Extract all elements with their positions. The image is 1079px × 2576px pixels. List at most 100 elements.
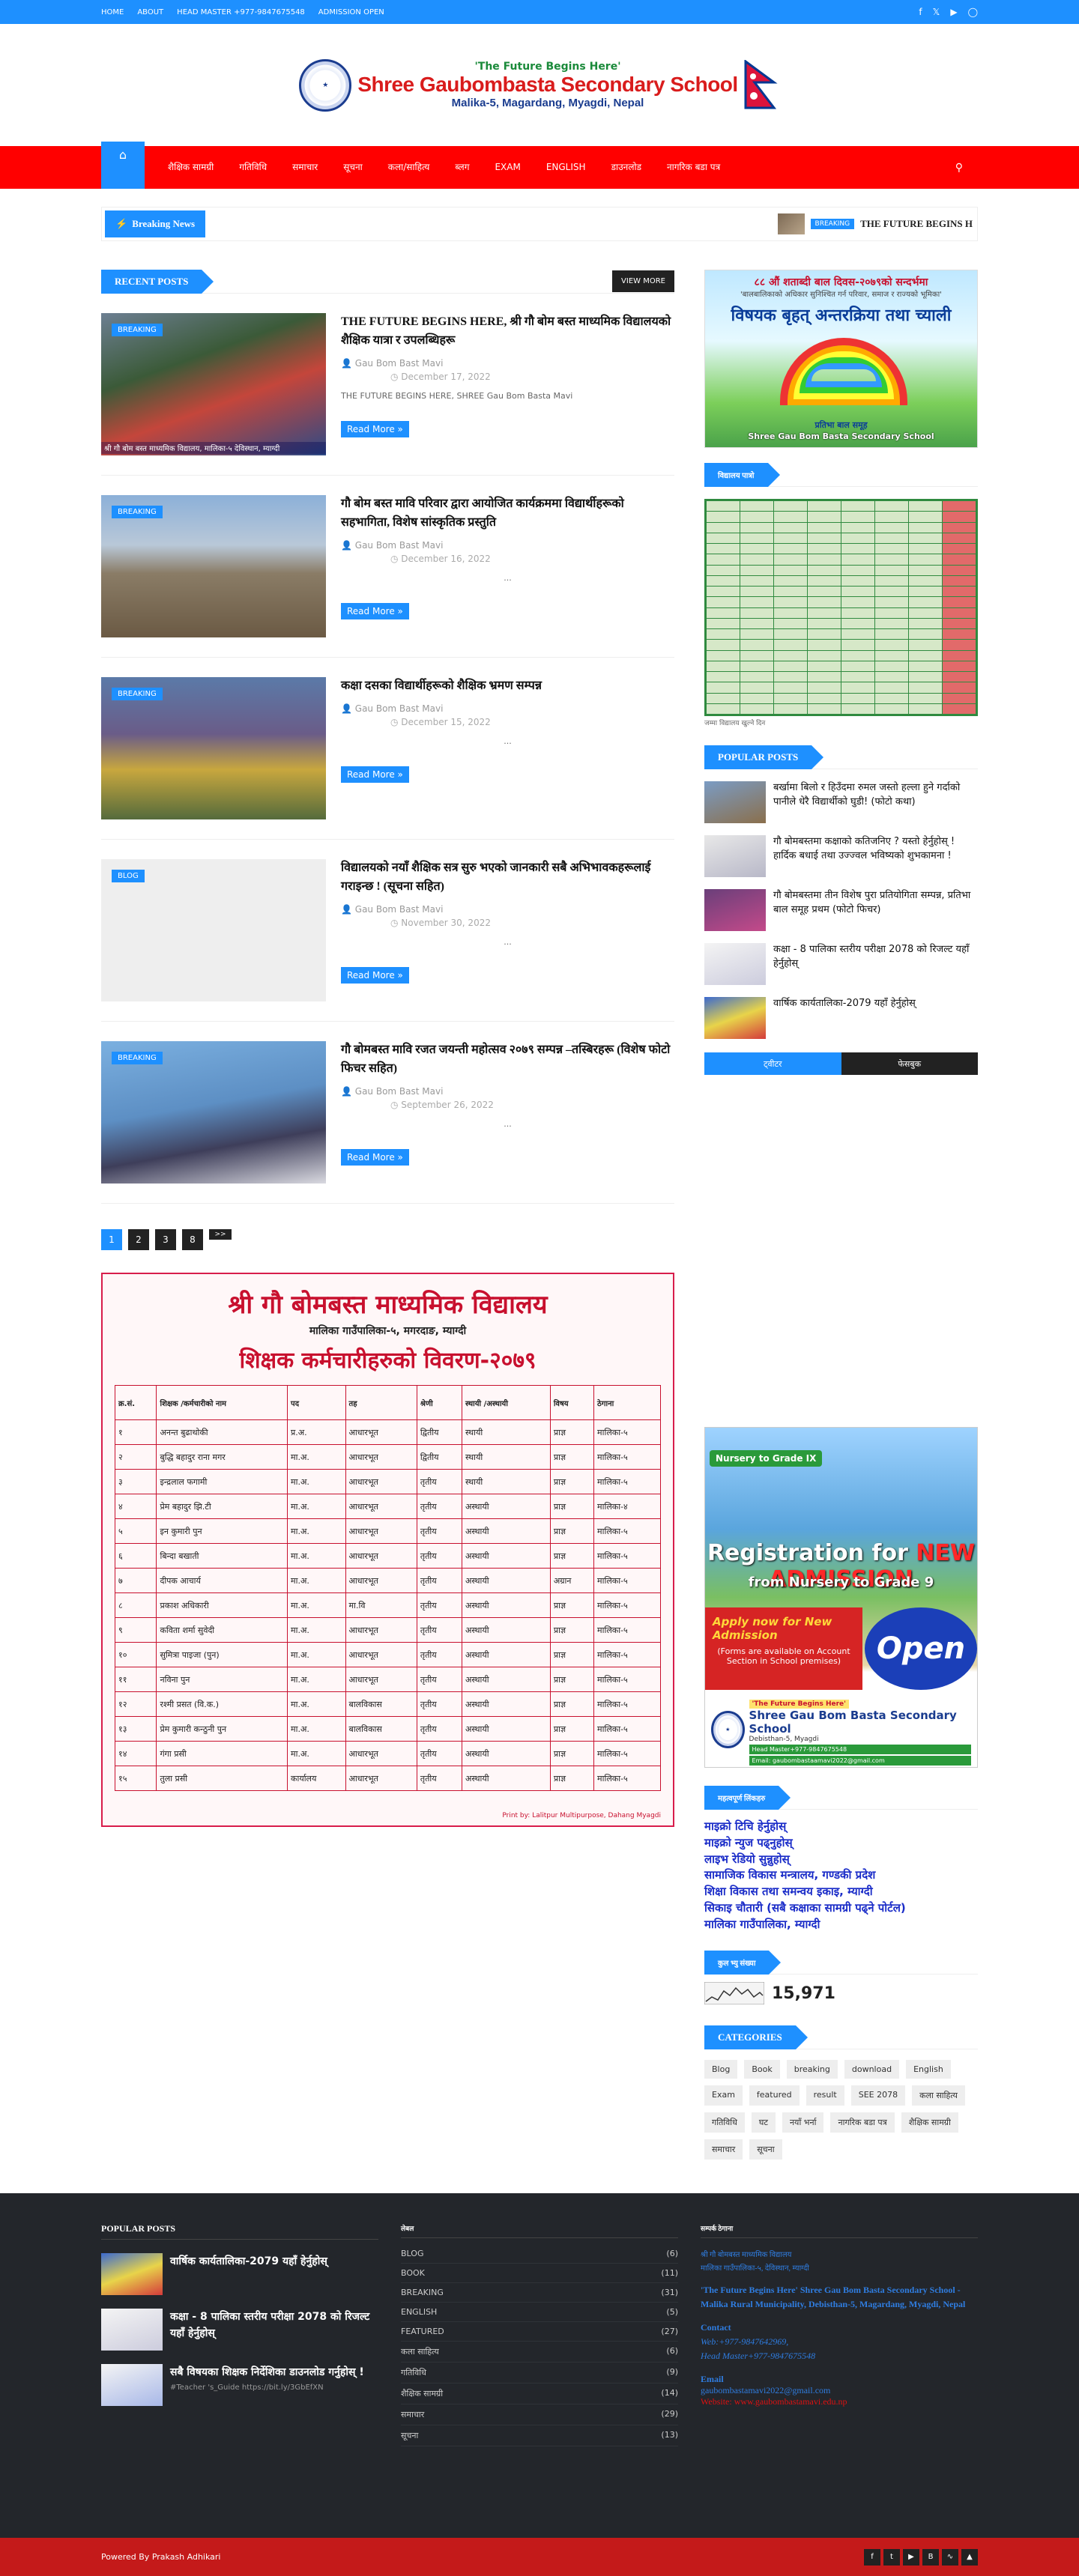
page-8[interactable]: 8 <box>182 1229 203 1250</box>
nav-item-citizen-charter[interactable]: नागरिक बडा पत्र <box>654 146 733 189</box>
nav-item-english[interactable]: ENGLISH <box>534 146 599 189</box>
post-thumbnail[interactable]: BREAKING श्री गौ बोम बस्त माध्यमिक विद्य… <box>101 313 326 455</box>
contact-website[interactable]: Website: www.gaubombastamavi.edu.np <box>701 2396 978 2407</box>
next-page-button[interactable]: >> <box>209 1229 232 1240</box>
footer-label-item[interactable]: ENGLISH (5) <box>401 2303 678 2322</box>
post-badge: BREAKING <box>112 1052 163 1064</box>
up-arrow-icon[interactable]: ▲ <box>961 2548 978 2566</box>
category-tag[interactable]: सूचना <box>749 2139 782 2160</box>
site-logo[interactable]: ★ 'The Future Begins Here' Shree Gaubomb… <box>299 58 779 112</box>
post-title[interactable]: गौ बोम बस्त मावि परिवार द्वारा आयोजित का… <box>341 495 674 533</box>
footer-label-item[interactable]: BLOG (6) <box>401 2244 678 2264</box>
footer-label-item[interactable]: कला साहित्य (6) <box>401 2342 678 2363</box>
post-thumbnail[interactable]: BREAKING <box>101 1041 326 1184</box>
footer-popular-item[interactable]: सबै विषयका शिक्षक निर्देशिका डाउनलोड गर्… <box>101 2364 378 2406</box>
children-day-banner[interactable]: ८८ औं शताब्दी बाल दिवस-२०७९को सन्दर्भमा … <box>704 270 978 448</box>
youtube-icon[interactable]: ▶ <box>950 7 957 17</box>
tab-twitter[interactable]: ट्वीटर <box>704 1052 841 1075</box>
top-link-home[interactable]: HOME <box>101 8 124 16</box>
category-tag[interactable]: Blog <box>704 2060 738 2079</box>
contact-email[interactable]: gaubombastamavi2022@gmail.com <box>701 2385 978 2396</box>
nav-item-notice[interactable]: सूचना <box>330 146 375 189</box>
post-title[interactable]: कक्षा दसका विद्यार्थीहरूको शैक्षिक भ्रमण… <box>341 677 674 696</box>
category-tag[interactable]: कला साहित्य <box>912 2085 965 2106</box>
search-icon[interactable]: ⚲ <box>955 162 978 174</box>
category-tag[interactable]: featured <box>749 2085 800 2106</box>
post-thumbnail[interactable]: BLOG <box>101 859 326 1001</box>
read-more-button[interactable]: Read More » <box>341 602 409 619</box>
category-tag[interactable]: नागरिक बडा पत्र <box>830 2112 895 2133</box>
read-more-button[interactable]: Read More » <box>341 1148 409 1166</box>
post-thumbnail[interactable]: BREAKING <box>101 495 326 637</box>
read-more-button[interactable]: Read More » <box>341 420 409 437</box>
nav-item-art-literature[interactable]: कला/साहित्य <box>375 146 443 189</box>
blogger-icon[interactable]: B <box>922 2548 939 2566</box>
footer-label-item[interactable]: समाचार (29) <box>401 2404 678 2425</box>
post-title[interactable]: गौ बोमबस्त मावि रजत जयन्ती महोत्सव २०७९ … <box>341 1041 674 1079</box>
nav-item-educational-material[interactable]: शैक्षिक सामग्री <box>155 146 226 189</box>
rss-icon[interactable]: ∿ <box>942 2548 958 2566</box>
category-tag[interactable]: result <box>806 2085 844 2106</box>
category-tag[interactable]: घट <box>751 2112 776 2133</box>
link-item[interactable]: सामाजिक विकास मन्त्रालय, गण्डकी प्रदेश <box>704 1867 978 1884</box>
table-cell: प्राज्ञ <box>549 1741 595 1766</box>
admission-banner[interactable]: Nursery to Grade IX Registration for NEW… <box>704 1427 978 1768</box>
twitter-icon[interactable]: t <box>883 2548 900 2566</box>
link-item[interactable]: माइक्रो न्युज पढ्नुहोस् <box>704 1835 978 1852</box>
home-icon[interactable]: ⌂ <box>101 142 145 189</box>
category-tag[interactable]: download <box>844 2060 900 2079</box>
top-link-head-master[interactable]: HEAD MASTER +977-9847675548 <box>177 8 305 16</box>
category-tag[interactable]: Book <box>744 2060 780 2079</box>
nav-item-news[interactable]: समाचार <box>279 146 330 189</box>
post-thumbnail[interactable]: BREAKING <box>101 677 326 819</box>
link-item[interactable]: सिकाइ चौतारी (सबै कक्षाका सामग्री पढ्ने … <box>704 1900 978 1917</box>
twitter-icon[interactable]: 𝕏 <box>933 7 940 17</box>
tab-facebook[interactable]: फेसबुक <box>841 1052 978 1075</box>
read-more-button[interactable]: Read More » <box>341 966 409 984</box>
view-more-button[interactable]: VIEW MORE <box>612 270 674 292</box>
footer-label-item[interactable]: BOOK (11) <box>401 2264 678 2283</box>
top-link-about[interactable]: ABOUT <box>137 8 163 16</box>
footer-popular-item[interactable]: वार्षिक कार्यतालिका-2079 यहाँ हेर्नुहोस् <box>101 2253 378 2295</box>
nav-item-exam[interactable]: EXAM <box>482 146 533 189</box>
popular-post-item[interactable]: गौ बोमबस्तमा कक्षाको कतिजनिए ? यस्तो हेर… <box>704 835 978 877</box>
top-link-admission[interactable]: ADMISSION OPEN <box>318 8 384 16</box>
popular-post-item[interactable]: कक्षा - 8 पालिका स्तरीय परीक्षा 2078 को … <box>704 943 978 985</box>
category-tag[interactable]: English <box>906 2060 951 2079</box>
category-tag[interactable]: गतिविधि <box>704 2112 745 2133</box>
link-item[interactable]: शिक्षा विकास तथा समन्वय इकाइ, म्याग्दी <box>704 1884 978 1900</box>
nav-item-blog[interactable]: ब्लग <box>442 146 482 189</box>
popular-post-item[interactable]: वार्षिक कार्यतालिका-2079 यहाँ हेर्नुहोस् <box>704 997 978 1039</box>
page-1[interactable]: 1 <box>101 1229 122 1250</box>
category-tag[interactable]: Exam <box>704 2085 743 2106</box>
nav-item-activities[interactable]: गतिविधि <box>226 146 279 189</box>
footer-label-item[interactable]: FEATURED (27) <box>401 2322 678 2342</box>
link-item[interactable]: मालिका गाउँपालिका, म्याग्दी <box>704 1917 978 1933</box>
page-2[interactable]: 2 <box>128 1229 149 1250</box>
nav-item-download[interactable]: डाउनलोड <box>599 146 654 189</box>
post-title[interactable]: विद्यालयको नयाँ शैक्षिक सत्र सुरु भएको ज… <box>341 859 674 897</box>
category-tag[interactable]: समाचार <box>704 2139 743 2160</box>
ticker-item[interactable]: BREAKING THE FUTURE BEGINS H <box>777 213 973 234</box>
footer-popular-item[interactable]: कक्षा - 8 पालिका स्तरीय परीक्षा 2078 को … <box>101 2309 378 2351</box>
facebook-icon[interactable]: f <box>919 7 922 17</box>
table-cell: ९ <box>114 1617 157 1643</box>
post-title[interactable]: THE FUTURE BEGINS HERE, श्री गौ बोम बस्त… <box>341 313 674 351</box>
footer-label-item[interactable]: BREAKING (31) <box>401 2283 678 2303</box>
link-item[interactable]: लाइभ रेडियो सुन्नुहोस् <box>704 1852 978 1868</box>
facebook-icon[interactable]: f <box>864 2548 880 2566</box>
footer-label-item[interactable]: शैक्षिक सामग्री (14) <box>401 2383 678 2404</box>
youtube-icon[interactable]: ▶ <box>903 2548 919 2566</box>
category-tag[interactable]: breaking <box>786 2060 838 2079</box>
page-3[interactable]: 3 <box>155 1229 176 1250</box>
link-item[interactable]: माइक्रो टिचि हेर्नुहोस् <box>704 1819 978 1835</box>
read-more-button[interactable]: Read More » <box>341 766 409 783</box>
popular-post-item[interactable]: गौ बोमबस्तमा तीन विशेष पुरा प्रतियोगिता … <box>704 889 978 931</box>
footer-label-item[interactable]: सूचना (13) <box>401 2425 678 2446</box>
category-tag[interactable]: नयाँ भर्ना <box>782 2112 824 2133</box>
category-tag[interactable]: शैक्षिक सामग्री <box>901 2112 958 2133</box>
instagram-icon[interactable]: ◯ <box>968 7 978 17</box>
popular-post-item[interactable]: बर्खामा बिलो र हिउँदमा रुमल जस्तो हल्ला … <box>704 781 978 823</box>
footer-label-item[interactable]: गतिविधि (9) <box>401 2363 678 2383</box>
category-tag[interactable]: SEE 2078 <box>850 2085 906 2106</box>
